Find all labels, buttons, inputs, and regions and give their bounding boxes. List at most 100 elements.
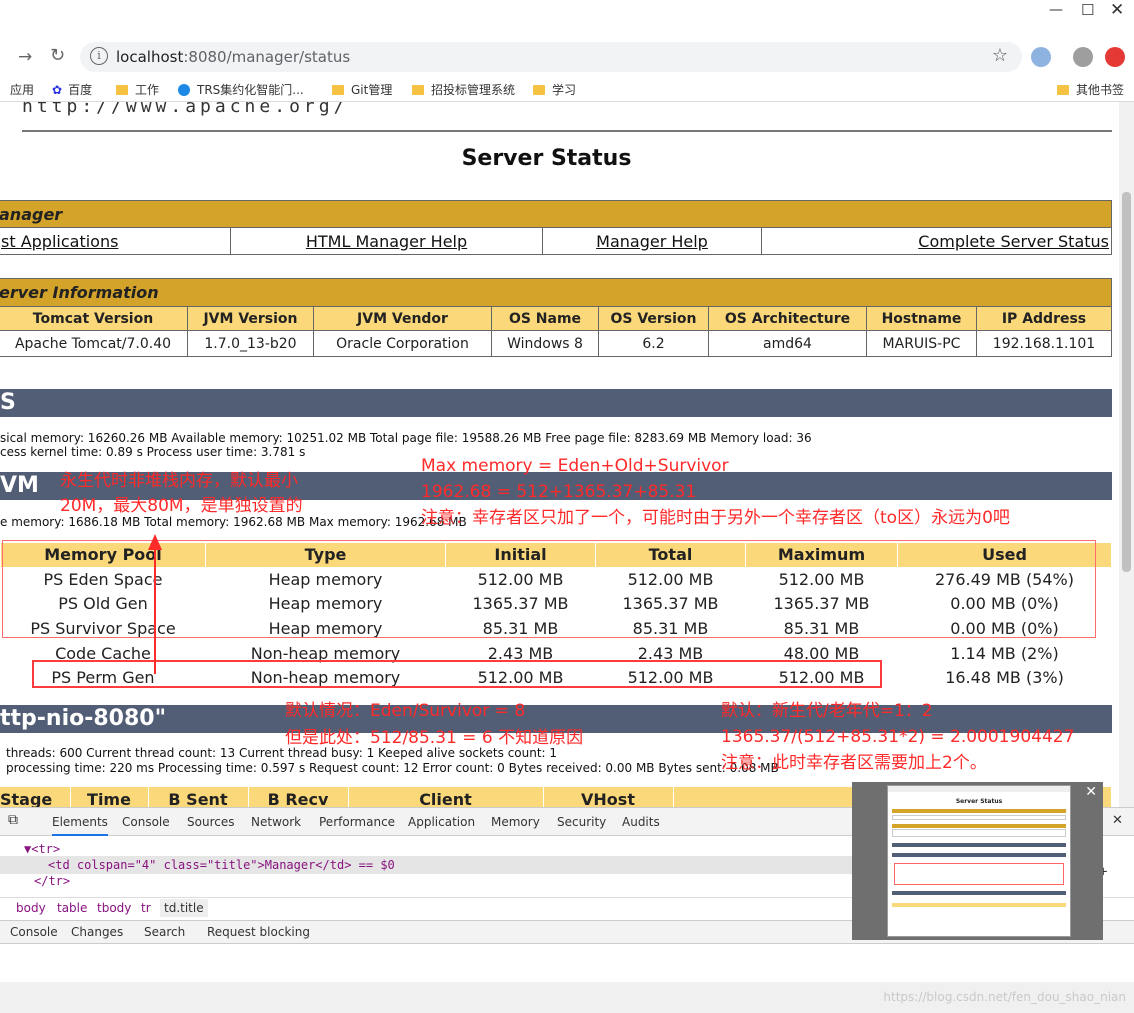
breadcrumb-item[interactable]: body bbox=[16, 901, 46, 915]
scrollbar-thumb[interactable] bbox=[1122, 192, 1131, 572]
cloud-icon bbox=[178, 84, 190, 96]
max-memory-note: Max memory = Eden+Old+Survivor 1962.68 =… bbox=[421, 453, 1010, 531]
address-bar[interactable]: i localhost:8080/manager/status ☆ bbox=[80, 42, 1022, 72]
note-line: 默认：新生代/老年代=1：2 bbox=[721, 701, 933, 721]
folder-icon bbox=[533, 85, 545, 95]
drawer-tab-search[interactable]: Search bbox=[144, 925, 185, 939]
device-toolbar-icon[interactable]: ⧉ bbox=[8, 812, 18, 828]
page-scrollbar[interactable] bbox=[1119, 102, 1134, 807]
note-line: 1365.37/(512+85.31*2) = 2.0001904427 bbox=[721, 727, 1075, 747]
note-line: 但是此处：512/85.31 = 6 不知道原因 bbox=[285, 728, 584, 748]
breadcrumb-item[interactable]: tr bbox=[141, 901, 151, 915]
tab-performance[interactable]: Performance bbox=[319, 815, 395, 829]
os-process-line: cess kernel time: 0.89 s Process user ti… bbox=[0, 445, 306, 459]
bookmark-git[interactable]: Git管理 bbox=[332, 81, 392, 98]
minimize-icon[interactable]: — bbox=[1049, 2, 1063, 18]
breadcrumb-item[interactable]: tbody bbox=[97, 901, 131, 915]
dom-line-tr-close[interactable]: </tr> bbox=[34, 874, 70, 888]
table-cell: 192.168.1.101 bbox=[976, 330, 1112, 357]
column-header: Tomcat Version bbox=[0, 306, 188, 331]
thumb-title: Server Status bbox=[955, 798, 1003, 805]
column-header: B Recv bbox=[248, 787, 349, 807]
tab-memory[interactable]: Memory bbox=[491, 815, 540, 829]
note-line: 20M，最大80M，是单独设置的 bbox=[60, 496, 303, 516]
manager-help-link[interactable]: Manager Help bbox=[542, 227, 762, 255]
eden-ratio-note: 默认情况：Eden/Survivor = 8 但是此处：512/85.31 = … bbox=[285, 698, 583, 752]
tab-network[interactable]: Network bbox=[251, 815, 301, 829]
tab-console[interactable]: Console bbox=[122, 815, 170, 829]
apache-url-text: http://www.apache.org/ bbox=[22, 102, 349, 117]
page-viewport: http://www.apache.org/ Server Status ana… bbox=[0, 102, 1119, 807]
bookmark-other[interactable]: 其他书签 bbox=[1057, 81, 1124, 98]
thumb-table bbox=[894, 863, 1064, 885]
column-header: Time bbox=[70, 787, 149, 807]
folder-icon bbox=[332, 85, 344, 95]
folder-icon bbox=[1057, 85, 1069, 95]
os-memory-line: sical memory: 16260.26 MB Available memo… bbox=[0, 431, 812, 445]
column-header: IP Address bbox=[976, 306, 1112, 331]
bookmark-trs[interactable]: TRS集约化智能门... bbox=[178, 81, 304, 98]
close-icon[interactable]: ✕ bbox=[1110, 0, 1124, 20]
column-header: Client bbox=[348, 787, 544, 807]
column-header: JVM Version bbox=[187, 306, 314, 331]
breadcrumb-item-selected[interactable]: td.title bbox=[160, 899, 208, 917]
info-icon[interactable]: i bbox=[90, 47, 108, 65]
url-text: localhost:8080/manager/status bbox=[116, 48, 351, 66]
annotation-arrow bbox=[148, 534, 162, 674]
extension-icon[interactable] bbox=[1031, 47, 1051, 67]
column-header: Hostname bbox=[866, 306, 977, 331]
browser-toolbar: → ↻ i localhost:8080/manager/status ☆ bbox=[0, 38, 1134, 76]
forward-icon[interactable]: → bbox=[18, 47, 32, 67]
thumbnail-close-icon[interactable]: ✕ bbox=[1085, 784, 1097, 800]
column-header: OS Architecture bbox=[708, 306, 867, 331]
manager-header: anager bbox=[0, 200, 1112, 228]
bookmark-star-icon[interactable]: ☆ bbox=[992, 45, 1008, 66]
bookmark-study[interactable]: 学习 bbox=[533, 81, 576, 98]
note-line: 1962.68 = 512+1365.37+85.31 bbox=[421, 482, 697, 502]
watermark-text: https://blog.csdn.net/fen_dou_shao_nian bbox=[883, 990, 1126, 1004]
bookmark-apps[interactable]: 应用 bbox=[10, 81, 34, 98]
dom-line-tr-open[interactable]: ▼<tr> bbox=[24, 842, 60, 856]
thumb-gold-bar bbox=[892, 809, 1066, 813]
drawer-tab-changes[interactable]: Changes bbox=[71, 925, 123, 939]
drawer-tab-console[interactable]: Console bbox=[10, 925, 58, 939]
screenshot-thumbnail[interactable]: ✕ Server Status bbox=[852, 782, 1103, 940]
perm-gen-note: 永生代时非堆栈内存，默认最小 20M，最大80M，是单独设置的 bbox=[60, 469, 303, 519]
tab-application[interactable]: Application bbox=[408, 815, 475, 829]
tab-audits[interactable]: Audits bbox=[622, 815, 660, 829]
drawer-tab-request-blocking[interactable]: Request blocking bbox=[207, 925, 310, 939]
bookmark-bidding[interactable]: 招投标管理系统 bbox=[412, 81, 515, 98]
os-section-bar: S bbox=[0, 389, 1112, 417]
devtools-close-icon[interactable]: ✕ bbox=[1112, 813, 1123, 828]
complete-server-status-link[interactable]: Complete Server Status bbox=[761, 227, 1112, 255]
column-header: OS Version bbox=[598, 306, 709, 331]
tab-security[interactable]: Security bbox=[557, 815, 606, 829]
dom-line-td-selected[interactable]: <td colspan="4" class="title">Manager</t… bbox=[48, 858, 395, 872]
breadcrumb-item[interactable]: table bbox=[57, 901, 87, 915]
html-manager-help-link[interactable]: HTML Manager Help bbox=[230, 227, 543, 255]
bookmark-work[interactable]: 工作 bbox=[116, 81, 159, 98]
table-cell: 16.48 MB (3%) bbox=[945, 668, 1064, 688]
maximize-icon[interactable]: ☐ bbox=[1081, 1, 1094, 19]
bookmark-baidu[interactable]: ✿ 百度 bbox=[52, 81, 92, 98]
thumbnail-preview: Server Status bbox=[887, 785, 1071, 937]
thumb-slate-bar bbox=[892, 891, 1066, 895]
table-cell: Apache Tomcat/7.0.40 bbox=[0, 330, 188, 357]
profile-avatar-icon[interactable] bbox=[1073, 47, 1093, 67]
update-icon[interactable] bbox=[1105, 47, 1125, 67]
column-header: Stage bbox=[0, 787, 71, 807]
gen-ratio-note: 默认：新生代/老年代=1：2 1365.37/(512+85.31*2) = 2… bbox=[721, 698, 1074, 776]
table-cell: 6.2 bbox=[598, 330, 709, 357]
column-header: JVM Vendor bbox=[313, 306, 492, 331]
column-header: OS Name bbox=[491, 306, 599, 331]
arrow-head bbox=[148, 534, 162, 550]
tab-sources[interactable]: Sources bbox=[187, 815, 234, 829]
processing-info-line: processing time: 220 ms Processing time:… bbox=[6, 761, 779, 775]
manager-table: anager st Applications HTML Manager Help… bbox=[0, 200, 1112, 255]
table-cell: Windows 8 bbox=[491, 330, 599, 357]
reload-icon[interactable]: ↻ bbox=[50, 45, 65, 66]
list-applications-link[interactable]: st Applications bbox=[0, 227, 231, 255]
server-info-table: erver Information Tomcat Version JVM Ver… bbox=[0, 278, 1112, 357]
tab-elements[interactable]: Elements bbox=[52, 815, 108, 836]
table-cell: 1.14 MB (2%) bbox=[950, 643, 1059, 663]
